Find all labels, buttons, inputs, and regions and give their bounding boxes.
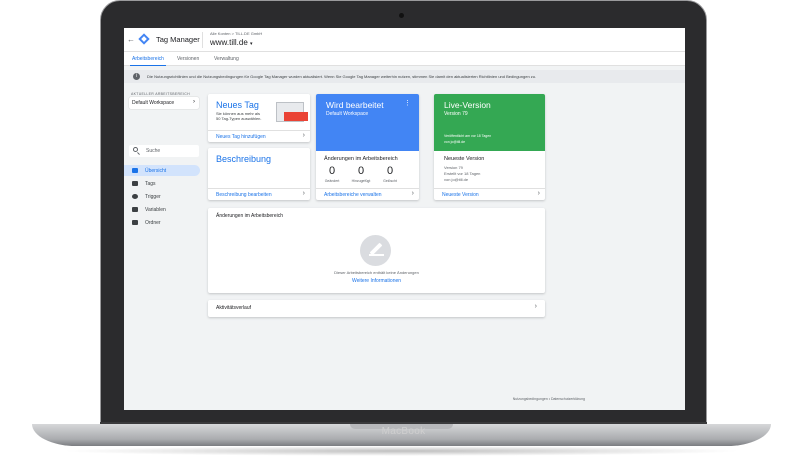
notice-banner: i Die Nutzungsrichtlinien und die Nutzun… xyxy=(124,70,685,83)
app-title: Tag Manager xyxy=(156,35,200,44)
chevron-right-icon: › xyxy=(411,190,414,197)
add-new-tag-link[interactable]: Neues Tag hinzufügen xyxy=(216,134,266,140)
workspace-label: AKTUELLER ARBEITSBEREICH xyxy=(131,92,190,96)
laptop-shadow xyxy=(60,446,743,456)
new-tag-link-row[interactable]: Neues Tag hinzufügen › xyxy=(208,130,310,142)
sidebar-item-variables[interactable]: Variablen xyxy=(124,204,200,215)
workspace-changes-title: Änderungen im Arbeitsbereich xyxy=(324,156,398,162)
counter-label: Hinzugefügt xyxy=(351,179,371,183)
trigger-icon xyxy=(132,194,138,199)
notice-text: Die Nutzungsrichtlinien und die Nutzungs… xyxy=(147,74,537,79)
workspace-selector[interactable]: Default Workspace › xyxy=(129,97,199,109)
activity-history-title: Aktivitätsverlauf xyxy=(216,305,252,311)
tab-arbeitsbereich[interactable]: Arbeitsbereich xyxy=(130,56,166,66)
variable-icon xyxy=(132,207,138,212)
chevron-down-icon: ▾ xyxy=(250,41,253,47)
latest-version-title: Neueste Version xyxy=(444,156,485,162)
workspace-changes-panel: Änderungen im Arbeitsbereich Dieser Arbe… xyxy=(208,208,545,293)
sidebar-item-trigger[interactable]: Trigger xyxy=(124,191,200,202)
counter-value: 0 xyxy=(357,165,365,177)
sidebar-item-label: Ordner xyxy=(145,220,161,226)
latest-version-number: Version 79 xyxy=(444,165,463,170)
sidebar: AKTUELLER ARBEITSBEREICH Default Workspa… xyxy=(124,85,204,410)
sidebar-item-label: Tags xyxy=(145,181,156,187)
chevron-right-icon: › xyxy=(302,190,305,197)
tab-underline xyxy=(130,65,166,66)
gtm-logo-icon xyxy=(138,33,150,45)
sidebar-item-tags[interactable]: Tags xyxy=(124,178,200,189)
description-card: Beschreibung Beschreibung bearbeiten › xyxy=(208,148,310,200)
account-breadcrumb[interactable]: Alle Konten > TILL.DE GmbH xyxy=(210,31,262,36)
new-tag-description: Sie können aus mehr als 50 Tag-Typen aus… xyxy=(216,111,262,121)
screen: ← Tag Manager Alle Konten > TILL.DE GmbH… xyxy=(124,28,685,410)
published-line: Veröffentlicht am vor 18 Tagen xyxy=(444,134,492,138)
activity-history-panel[interactable]: Aktivitätsverlauf › xyxy=(208,300,545,317)
back-arrow-icon[interactable]: ← xyxy=(127,35,135,44)
counter-deleted: 0 Gelöscht xyxy=(375,165,405,183)
manage-workspaces-row[interactable]: Arbeitsbereiche verwalten › xyxy=(316,188,419,200)
tag-illustration-accent xyxy=(284,112,308,121)
sidebar-item-overview[interactable]: Übersicht xyxy=(124,165,200,176)
new-tag-title[interactable]: Neues Tag xyxy=(216,100,259,110)
camera-icon xyxy=(399,13,404,18)
latest-version-link[interactable]: Neueste Version xyxy=(442,192,479,198)
container-selector[interactable]: www.till.de ▾ xyxy=(210,38,253,47)
counter-added: 0 Hinzugefügt xyxy=(346,165,376,183)
laptop-brand: MacBook xyxy=(381,426,426,437)
description-link-row[interactable]: Beschreibung bearbeiten › xyxy=(208,188,310,200)
empty-state-text: Dieser Arbeitsbereich enthält keine Ände… xyxy=(334,270,419,275)
pencil-underline xyxy=(369,254,384,256)
manage-workspaces-link[interactable]: Arbeitsbereiche verwalten xyxy=(324,192,382,198)
editing-card: Wird bearbeitet Default Workspace ⋮ Ände… xyxy=(316,94,419,200)
live-banner: Live-Version Version 79 Veröffentlicht a… xyxy=(434,94,545,151)
published-by: von jo@till.de xyxy=(444,140,466,144)
container-name: www.till.de xyxy=(210,38,248,47)
top-bar: ← Tag Manager Alle Konten > TILL.DE GmbH… xyxy=(124,28,685,52)
created-by: von jo@till.de xyxy=(444,177,469,182)
sidebar-item-label: Übersicht xyxy=(145,168,167,174)
overview-icon xyxy=(132,168,138,173)
editing-title: Wird bearbeitet xyxy=(326,100,384,110)
counter-value: 0 xyxy=(328,165,336,177)
more-vert-icon[interactable]: ⋮ xyxy=(404,99,411,107)
created-line: Erstellt vor 18 Tagen xyxy=(444,171,481,176)
learn-more-link[interactable]: Weitere Informationen xyxy=(208,278,545,284)
description-title: Beschreibung xyxy=(216,154,272,164)
chevron-right-icon: › xyxy=(534,303,537,310)
counter-label: Geändert xyxy=(324,179,340,183)
counter-label: Gelöscht xyxy=(383,179,397,183)
tab-versionen[interactable]: Versionen xyxy=(177,56,199,62)
workspace-value: Default Workspace xyxy=(132,100,175,106)
chevron-right-icon: › xyxy=(537,190,540,197)
tag-icon xyxy=(132,181,138,186)
live-version-card: Live-Version Version 79 Veröffentlicht a… xyxy=(434,94,545,200)
search-icon xyxy=(133,147,138,152)
live-version: Version 79 xyxy=(444,111,468,117)
panel-title: Änderungen im Arbeitsbereich xyxy=(216,213,283,219)
sidebar-item-label: Variablen xyxy=(145,207,166,213)
latest-version-row[interactable]: Neueste Version › xyxy=(434,188,545,200)
chevron-right-icon: › xyxy=(193,99,195,105)
divider xyxy=(202,32,203,48)
new-tag-card: Neues Tag Sie können aus mehr als 50 Tag… xyxy=(208,94,310,142)
tab-bar: Arbeitsbereich Versionen Verwaltung xyxy=(124,52,685,66)
search-placeholder: Suche xyxy=(146,148,161,154)
editing-workspace: Default Workspace xyxy=(326,111,369,117)
chevron-right-icon: › xyxy=(302,132,305,139)
editing-banner: Wird bearbeitet Default Workspace ⋮ xyxy=(316,94,419,151)
counter-value: 0 xyxy=(386,165,394,177)
counter-modified: 0 Geändert xyxy=(317,165,347,183)
footer-links[interactable]: Nutzungsbedingungen • Datenschutzerkläru… xyxy=(513,397,585,401)
tab-label: Arbeitsbereich xyxy=(132,56,164,62)
folder-icon xyxy=(132,220,138,225)
live-title: Live-Version xyxy=(444,100,491,110)
tab-verwaltung[interactable]: Verwaltung xyxy=(214,56,239,62)
info-icon: i xyxy=(133,73,140,80)
search-input[interactable]: Suche xyxy=(129,145,199,157)
sidebar-item-folders[interactable]: Ordner xyxy=(124,217,200,228)
edit-description-link[interactable]: Beschreibung bearbeiten xyxy=(216,192,272,198)
sidebar-item-label: Trigger xyxy=(145,194,161,200)
